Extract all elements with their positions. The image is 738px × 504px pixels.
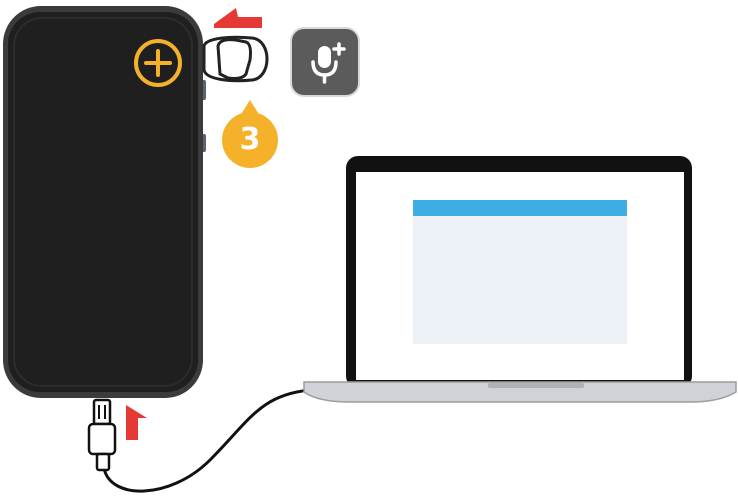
laptop: [303, 156, 737, 403]
laptop-notch: [488, 383, 584, 388]
connection-diagram: [3, 6, 737, 493]
step-badge: 3: [222, 112, 278, 168]
insert-up-arrow: [126, 405, 147, 440]
usb-connector: [87, 398, 117, 472]
screen-window-header: [413, 200, 627, 216]
microphone-plus-icon: [311, 42, 346, 84]
side-button-icon: [202, 35, 269, 83]
screen-window: [413, 200, 627, 344]
slide-left-arrow: [214, 8, 262, 28]
usb-cable: [102, 388, 311, 493]
microphone-plus-button[interactable]: [292, 29, 358, 95]
phone: [3, 6, 206, 398]
phone-body: [8, 12, 198, 392]
